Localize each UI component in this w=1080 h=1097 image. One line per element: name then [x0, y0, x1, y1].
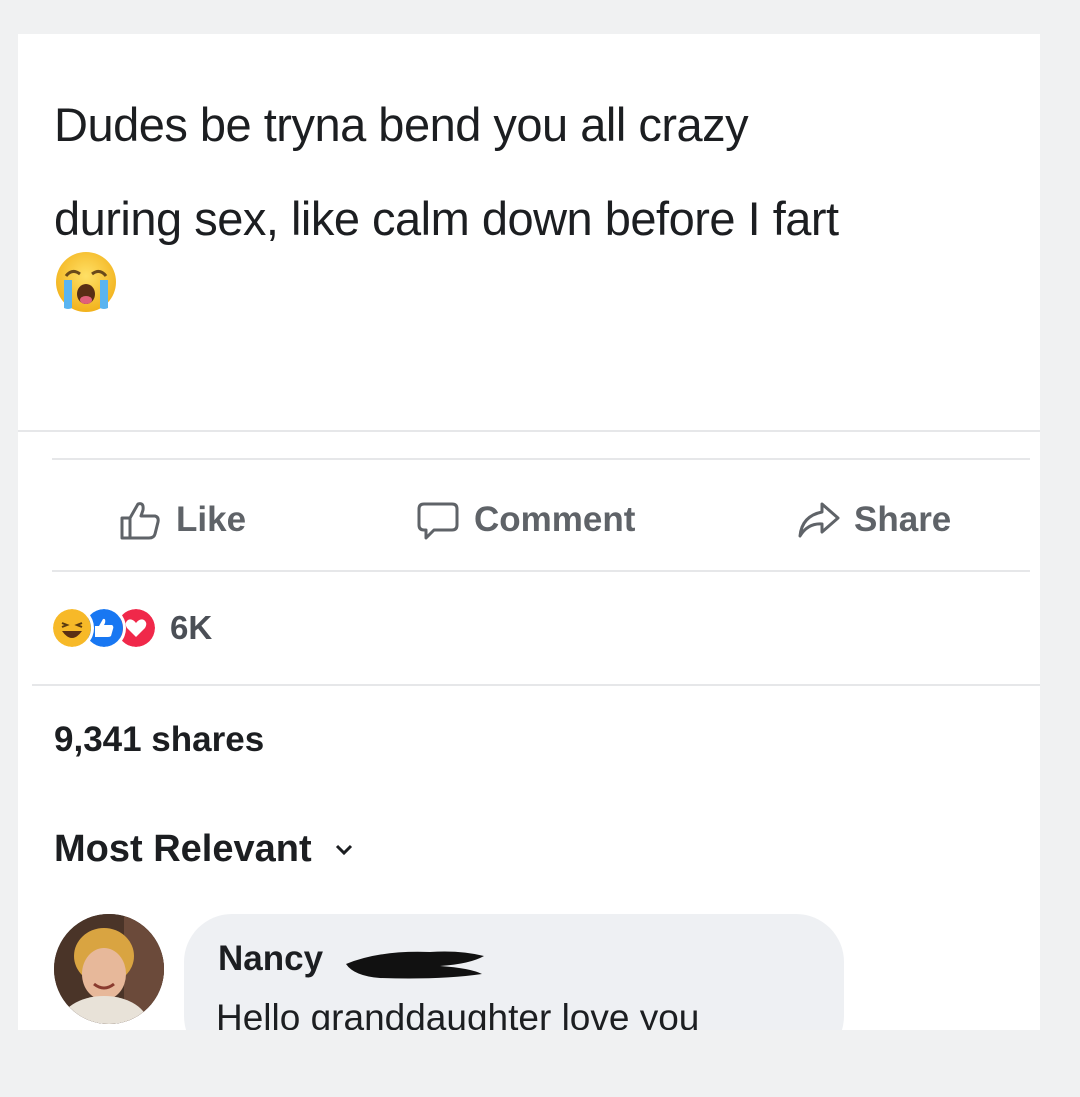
reaction-count: 6K — [170, 609, 213, 646]
comment-author[interactable]: Nancy — [218, 939, 323, 979]
commenter-photo — [54, 914, 164, 1024]
share-button[interactable]: Share — [796, 496, 951, 544]
like-button[interactable]: Like — [118, 496, 246, 544]
divider — [18, 430, 1040, 432]
share-arrow-icon — [798, 502, 840, 538]
comment-label: Comment — [474, 500, 636, 539]
sort-label: Most Relevant — [54, 828, 312, 870]
loudly-crying-face-icon — [56, 252, 116, 312]
thumbs-up-icon — [120, 502, 160, 540]
comment-text: Hello granddaughter love you — [216, 997, 700, 1030]
shares-count[interactable]: 9,341 shares — [54, 720, 264, 760]
speech-bubble-icon — [417, 502, 459, 540]
comment-button[interactable]: Comment — [416, 496, 635, 544]
reactions-summary[interactable]: 6K — [50, 604, 212, 652]
divider — [52, 570, 1030, 572]
like-label: Like — [176, 500, 247, 539]
chevron-down-icon — [335, 844, 352, 855]
post-text: Dudes be tryna bend you all crazy during… — [54, 98, 839, 245]
post-card: Dudes be tryna bend you all crazy during… — [18, 34, 1040, 1030]
laughing-face-icon — [50, 606, 94, 650]
divider — [32, 684, 1040, 686]
comment-sort-dropdown[interactable]: Most Relevant — [54, 828, 354, 871]
share-label: Share — [854, 500, 952, 539]
divider — [52, 458, 1030, 460]
avatar[interactable] — [54, 914, 164, 1024]
redaction-scribble — [346, 951, 484, 979]
